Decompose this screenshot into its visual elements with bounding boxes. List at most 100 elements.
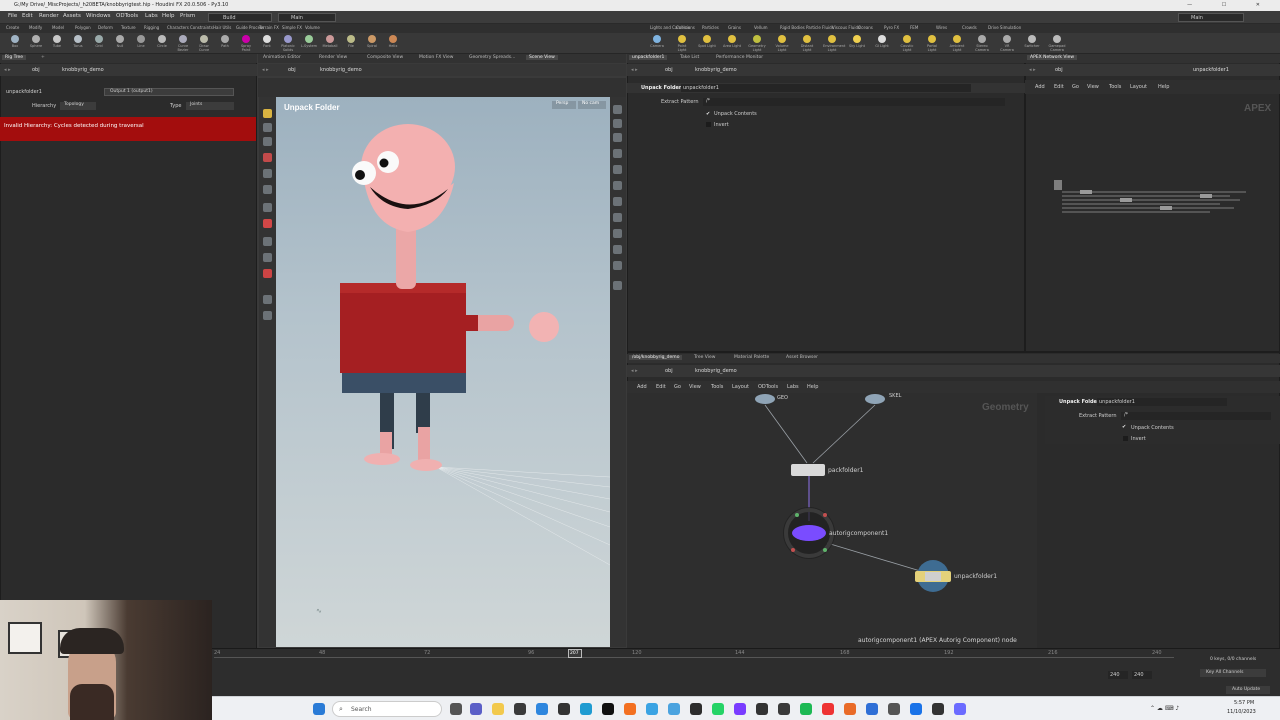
net-menu-layout[interactable]: Layout bbox=[732, 384, 749, 390]
uv-icon[interactable] bbox=[613, 261, 622, 270]
apex-menu-view[interactable]: View bbox=[1087, 84, 1099, 90]
shelf-tool[interactable]: Line bbox=[132, 35, 150, 52]
textures-icon[interactable] bbox=[613, 165, 622, 174]
app-icon-9[interactable] bbox=[734, 703, 746, 715]
shelf-tab[interactable]: Polygon bbox=[75, 25, 91, 30]
shelf-tool[interactable]: Spot Light bbox=[698, 35, 716, 52]
menu-odtools[interactable]: ODTools bbox=[116, 13, 138, 19]
shelf-tab[interactable]: Pyro FX bbox=[884, 25, 899, 30]
explorer-icon[interactable] bbox=[492, 703, 504, 715]
shelf-tool[interactable]: Circle bbox=[153, 35, 171, 52]
apex-menu-add[interactable]: Add bbox=[1035, 84, 1045, 90]
shelf-tab[interactable]: Viscous Fluids bbox=[832, 25, 860, 30]
app-icon-17[interactable] bbox=[954, 703, 966, 715]
bg-icon[interactable] bbox=[613, 181, 622, 190]
inline-extract-field[interactable]: /* bbox=[1121, 412, 1271, 420]
tab-take-list[interactable]: Take List bbox=[677, 55, 702, 60]
tray-icons[interactable]: ⌃ ☁ ⌨ ♪ bbox=[1150, 705, 1179, 712]
shelf-tool[interactable]: Metaball bbox=[321, 35, 339, 52]
net-menu-tools[interactable]: Tools bbox=[711, 384, 723, 390]
taskbar-search[interactable]: ⌕ Search bbox=[332, 701, 442, 717]
desktop-selector-right[interactable]: Main bbox=[1178, 13, 1244, 22]
shelf-tab[interactable]: Simple FX bbox=[282, 25, 302, 30]
apex-path-node[interactable]: unpackfolder1 bbox=[1193, 67, 1229, 73]
app-icon-15[interactable] bbox=[888, 703, 900, 715]
tab-apex-network[interactable]: APEX Network View bbox=[1027, 55, 1078, 60]
shelf-tool[interactable]: Null bbox=[111, 35, 129, 52]
shelf-tab[interactable]: Rigid Bodies bbox=[780, 25, 805, 30]
select-mode-icon[interactable] bbox=[263, 253, 272, 262]
key-all-channels-button[interactable]: Key All Channels bbox=[1200, 669, 1266, 677]
shelf-tool[interactable]: File bbox=[342, 35, 360, 52]
tab-network[interactable]: /obj/knobbyrig_demo bbox=[629, 355, 683, 360]
auto-update-button[interactable]: Auto Update bbox=[1226, 686, 1270, 694]
apex-menu-tools[interactable]: Tools bbox=[1109, 84, 1121, 90]
app-icon-8[interactable] bbox=[690, 703, 702, 715]
shelf-tool[interactable]: Sphere bbox=[27, 35, 45, 52]
app-icon-10[interactable] bbox=[756, 703, 768, 715]
shelf-tool[interactable]: Caustic Light bbox=[898, 35, 916, 52]
shelf-tool[interactable]: GI Light bbox=[873, 35, 891, 52]
net-menu-go[interactable]: Go bbox=[674, 384, 681, 390]
menu-edit[interactable]: Edit bbox=[22, 13, 33, 19]
rotate-tool-icon[interactable] bbox=[263, 137, 272, 146]
path-knobbyrig[interactable]: knobbyrig_demo bbox=[62, 67, 104, 73]
scale-tool-icon[interactable] bbox=[263, 153, 272, 162]
add-tab-icon[interactable]: + bbox=[38, 55, 48, 60]
menu-windows[interactable]: Windows bbox=[86, 13, 111, 19]
geo-node-label[interactable]: GEO bbox=[777, 395, 788, 401]
display-options-icon[interactable] bbox=[613, 105, 622, 114]
unpack-node-label[interactable]: unpackfolder1 bbox=[954, 573, 997, 580]
tab-material-palette[interactable]: Material Palette bbox=[731, 355, 772, 360]
app-icon-2[interactable] bbox=[558, 703, 570, 715]
shelf-tool[interactable]: Camera bbox=[648, 35, 666, 52]
unpack-contents-checkbox[interactable]: ✔ bbox=[706, 111, 710, 117]
shelf-tool[interactable]: Geometry Light bbox=[748, 35, 766, 52]
shelf-tab[interactable]: Volume bbox=[305, 25, 320, 30]
menu-help[interactable]: Help bbox=[162, 13, 175, 19]
tab-scene-view[interactable]: Scene View bbox=[526, 55, 558, 60]
shelf-tab[interactable]: Vellum bbox=[754, 25, 768, 30]
camera-tool-icon[interactable] bbox=[263, 237, 272, 246]
shelf-tool[interactable]: Torus bbox=[69, 35, 87, 52]
tab-asset-browser[interactable]: Asset Browser bbox=[783, 355, 821, 360]
packfolder-node-label[interactable]: packfolder1 bbox=[828, 467, 864, 474]
tab-performance-monitor[interactable]: Performance Monitor bbox=[713, 55, 766, 60]
shelf-tool[interactable]: Volume Light bbox=[773, 35, 791, 52]
tab-composite-view[interactable]: Composite View bbox=[364, 55, 406, 60]
inline-node-name-field[interactable]: unpackfolder1 bbox=[1097, 398, 1227, 406]
menu-labs[interactable]: Labs bbox=[145, 13, 158, 19]
shelf-tool[interactable]: Stereo Camera bbox=[973, 35, 991, 52]
net-menu-edit[interactable]: Edit bbox=[656, 384, 666, 390]
shelf-tab[interactable]: Hair Utils bbox=[213, 25, 231, 30]
menu-prism[interactable]: Prism bbox=[180, 13, 195, 19]
shelf-tab[interactable]: Modify bbox=[29, 25, 42, 30]
shelf-tool[interactable]: Distant Light bbox=[798, 35, 816, 52]
shelf-tab[interactable]: Model bbox=[52, 25, 64, 30]
app-icon-7[interactable] bbox=[668, 703, 680, 715]
shelf-tool[interactable]: Ambient Light bbox=[948, 35, 966, 52]
teams-icon[interactable] bbox=[470, 703, 482, 715]
shelf-tool[interactable]: Spiral bbox=[363, 35, 381, 52]
ghost-icon[interactable] bbox=[263, 311, 272, 320]
shelf-tab[interactable]: Oceans bbox=[858, 25, 873, 30]
back-icon[interactable]: ◂ ▸ bbox=[4, 67, 11, 73]
transform-tool-icon[interactable] bbox=[263, 123, 272, 132]
grid-icon[interactable] bbox=[613, 197, 622, 206]
app-icon-14[interactable] bbox=[866, 703, 878, 715]
chrome-icon[interactable] bbox=[910, 703, 922, 715]
current-frame-marker[interactable]: 207 bbox=[568, 649, 582, 658]
path-obj-vp[interactable]: obj bbox=[288, 67, 296, 73]
network-nav-icon[interactable]: ◂ ▸ bbox=[631, 368, 638, 374]
param-nav-icon[interactable]: ◂ ▸ bbox=[631, 67, 638, 73]
character-model[interactable] bbox=[276, 97, 610, 647]
lights-icon[interactable] bbox=[613, 119, 622, 128]
start-icon[interactable] bbox=[313, 703, 325, 715]
network-path-knobbyrig[interactable]: knobbyrig_demo bbox=[695, 368, 737, 374]
apex-path-obj[interactable]: obj bbox=[1055, 67, 1063, 73]
timeline-track[interactable] bbox=[214, 657, 1174, 658]
app-icon-11[interactable] bbox=[778, 703, 790, 715]
shelf-tool[interactable]: Draw Curve bbox=[195, 35, 213, 52]
tab-tree-view[interactable]: Tree View bbox=[691, 355, 719, 360]
app-icon-13[interactable] bbox=[822, 703, 834, 715]
